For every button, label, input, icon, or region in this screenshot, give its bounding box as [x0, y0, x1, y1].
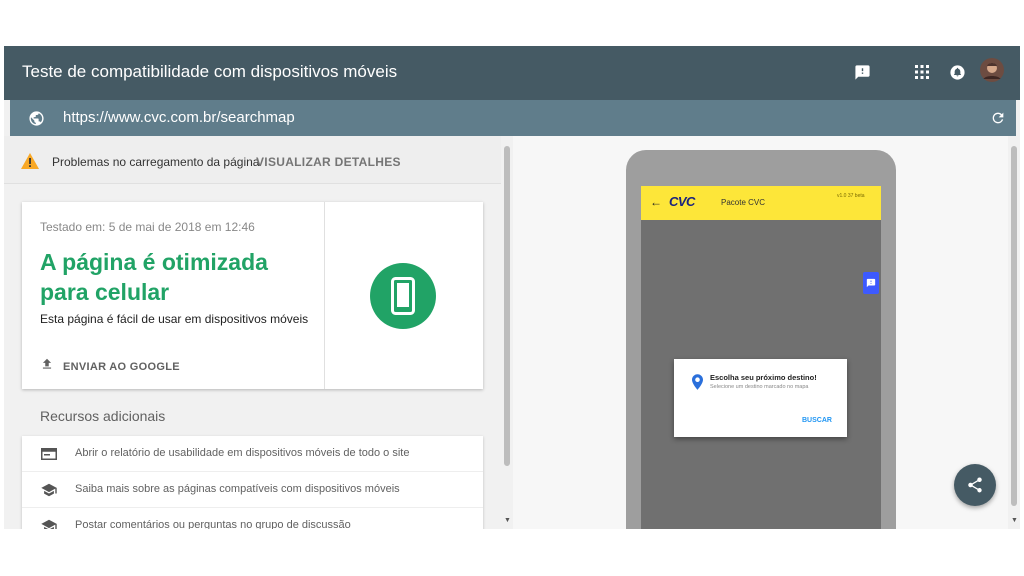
result-headline: A página é otimizada para celular: [40, 249, 268, 305]
feedback-icon[interactable]: [852, 62, 872, 82]
dialog-subtitle: Selecione um destino marcado no mapa: [710, 384, 809, 390]
url-bar: https://www.cvc.com.br/searchmap: [10, 100, 1016, 136]
app-title: Teste de compatibilidade com dispositivo…: [22, 62, 398, 81]
mobile-friendly-icon: [370, 263, 436, 329]
share-icon: [968, 477, 982, 493]
resources-list: Abrir o relatório de usabilidade em disp…: [22, 436, 483, 529]
right-scrollbar[interactable]: ▼: [1008, 136, 1020, 529]
right-scrollbar-thumb[interactable]: [1011, 146, 1017, 506]
submit-to-google-button[interactable]: ENVIAR AO GOOGLE: [40, 357, 180, 376]
apps-grid-icon[interactable]: [912, 62, 932, 82]
report-icon: [40, 446, 58, 462]
left-scrollbar[interactable]: ▼: [501, 136, 513, 529]
notifications-icon[interactable]: [947, 62, 967, 82]
mobile-header: ← CVC Pacote CVC v1.0 37 beta: [641, 186, 881, 220]
result-subtitle: Esta página é fácil de usar em dispositi…: [40, 312, 309, 326]
resources-heading: Recursos adicionais: [40, 408, 166, 424]
buscar-button: BUSCAR: [802, 417, 832, 424]
submit-label: ENVIAR AO GOOGLE: [63, 360, 180, 373]
scroll-down-arrow[interactable]: ▼: [504, 517, 511, 524]
resource-label: Abrir o relatório de usabilidade em disp…: [75, 447, 410, 459]
warning-banner: Problemas no carregamento da página VISU…: [4, 136, 501, 184]
resource-label: Postar comentários ou perguntas no grupo…: [75, 519, 351, 529]
location-pin-icon: [692, 374, 703, 395]
results-panel: Problemas no carregamento da página VISU…: [4, 136, 501, 529]
test-timestamp: Testado em: 5 de mai de 2018 em 12:46: [40, 220, 255, 234]
phone-frame: ← CVC Pacote CVC v1.0 37 beta Escolha se…: [626, 150, 896, 529]
school-icon: [40, 482, 58, 498]
preview-panel: ← CVC Pacote CVC v1.0 37 beta Escolha se…: [513, 136, 1008, 529]
app-header: Teste de compatibilidade com dispositivo…: [4, 46, 1020, 100]
card-divider: [324, 202, 325, 389]
resource-item-discussion-group[interactable]: Postar comentários ou perguntas no grupo…: [22, 508, 483, 529]
warning-icon: [21, 153, 39, 174]
scroll-down-arrow[interactable]: ▼: [1011, 517, 1018, 524]
back-arrow-icon: ←: [650, 195, 662, 209]
school-icon: [40, 518, 58, 529]
url-input[interactable]: https://www.cvc.com.br/searchmap: [63, 109, 295, 126]
version-label: v1.0 37 beta: [837, 193, 865, 199]
resource-item-usability-report[interactable]: Abrir o relatório de usabilidade em disp…: [22, 436, 483, 472]
share-button[interactable]: [954, 464, 996, 506]
refresh-icon[interactable]: [988, 108, 1008, 128]
app-window: Teste de compatibilidade com dispositivo…: [4, 46, 1020, 529]
phone-screen: ← CVC Pacote CVC v1.0 37 beta Escolha se…: [641, 186, 881, 529]
globe-icon: [26, 108, 46, 128]
dialog-title: Escolha seu próximo destino!: [710, 373, 817, 382]
warning-text: Problemas no carregamento da página: [52, 155, 260, 169]
destination-dialog: Escolha seu próximo destino! Selecione u…: [674, 359, 847, 437]
view-details-link[interactable]: VISUALIZAR DETALHES: [256, 155, 401, 169]
left-scrollbar-thumb[interactable]: [504, 146, 510, 466]
account-avatar[interactable]: [980, 58, 1004, 82]
resource-item-learn-more[interactable]: Saiba mais sobre as páginas compatíveis …: [22, 472, 483, 508]
cvc-logo: CVC: [669, 194, 695, 209]
feedback-tab-icon: [863, 272, 879, 294]
resource-label: Saiba mais sobre as páginas compatíveis …: [75, 483, 400, 495]
upload-icon: [40, 357, 54, 376]
mobile-page-title: Pacote CVC: [721, 198, 766, 207]
result-card: Testado em: 5 de mai de 2018 em 12:46 A …: [22, 202, 483, 389]
